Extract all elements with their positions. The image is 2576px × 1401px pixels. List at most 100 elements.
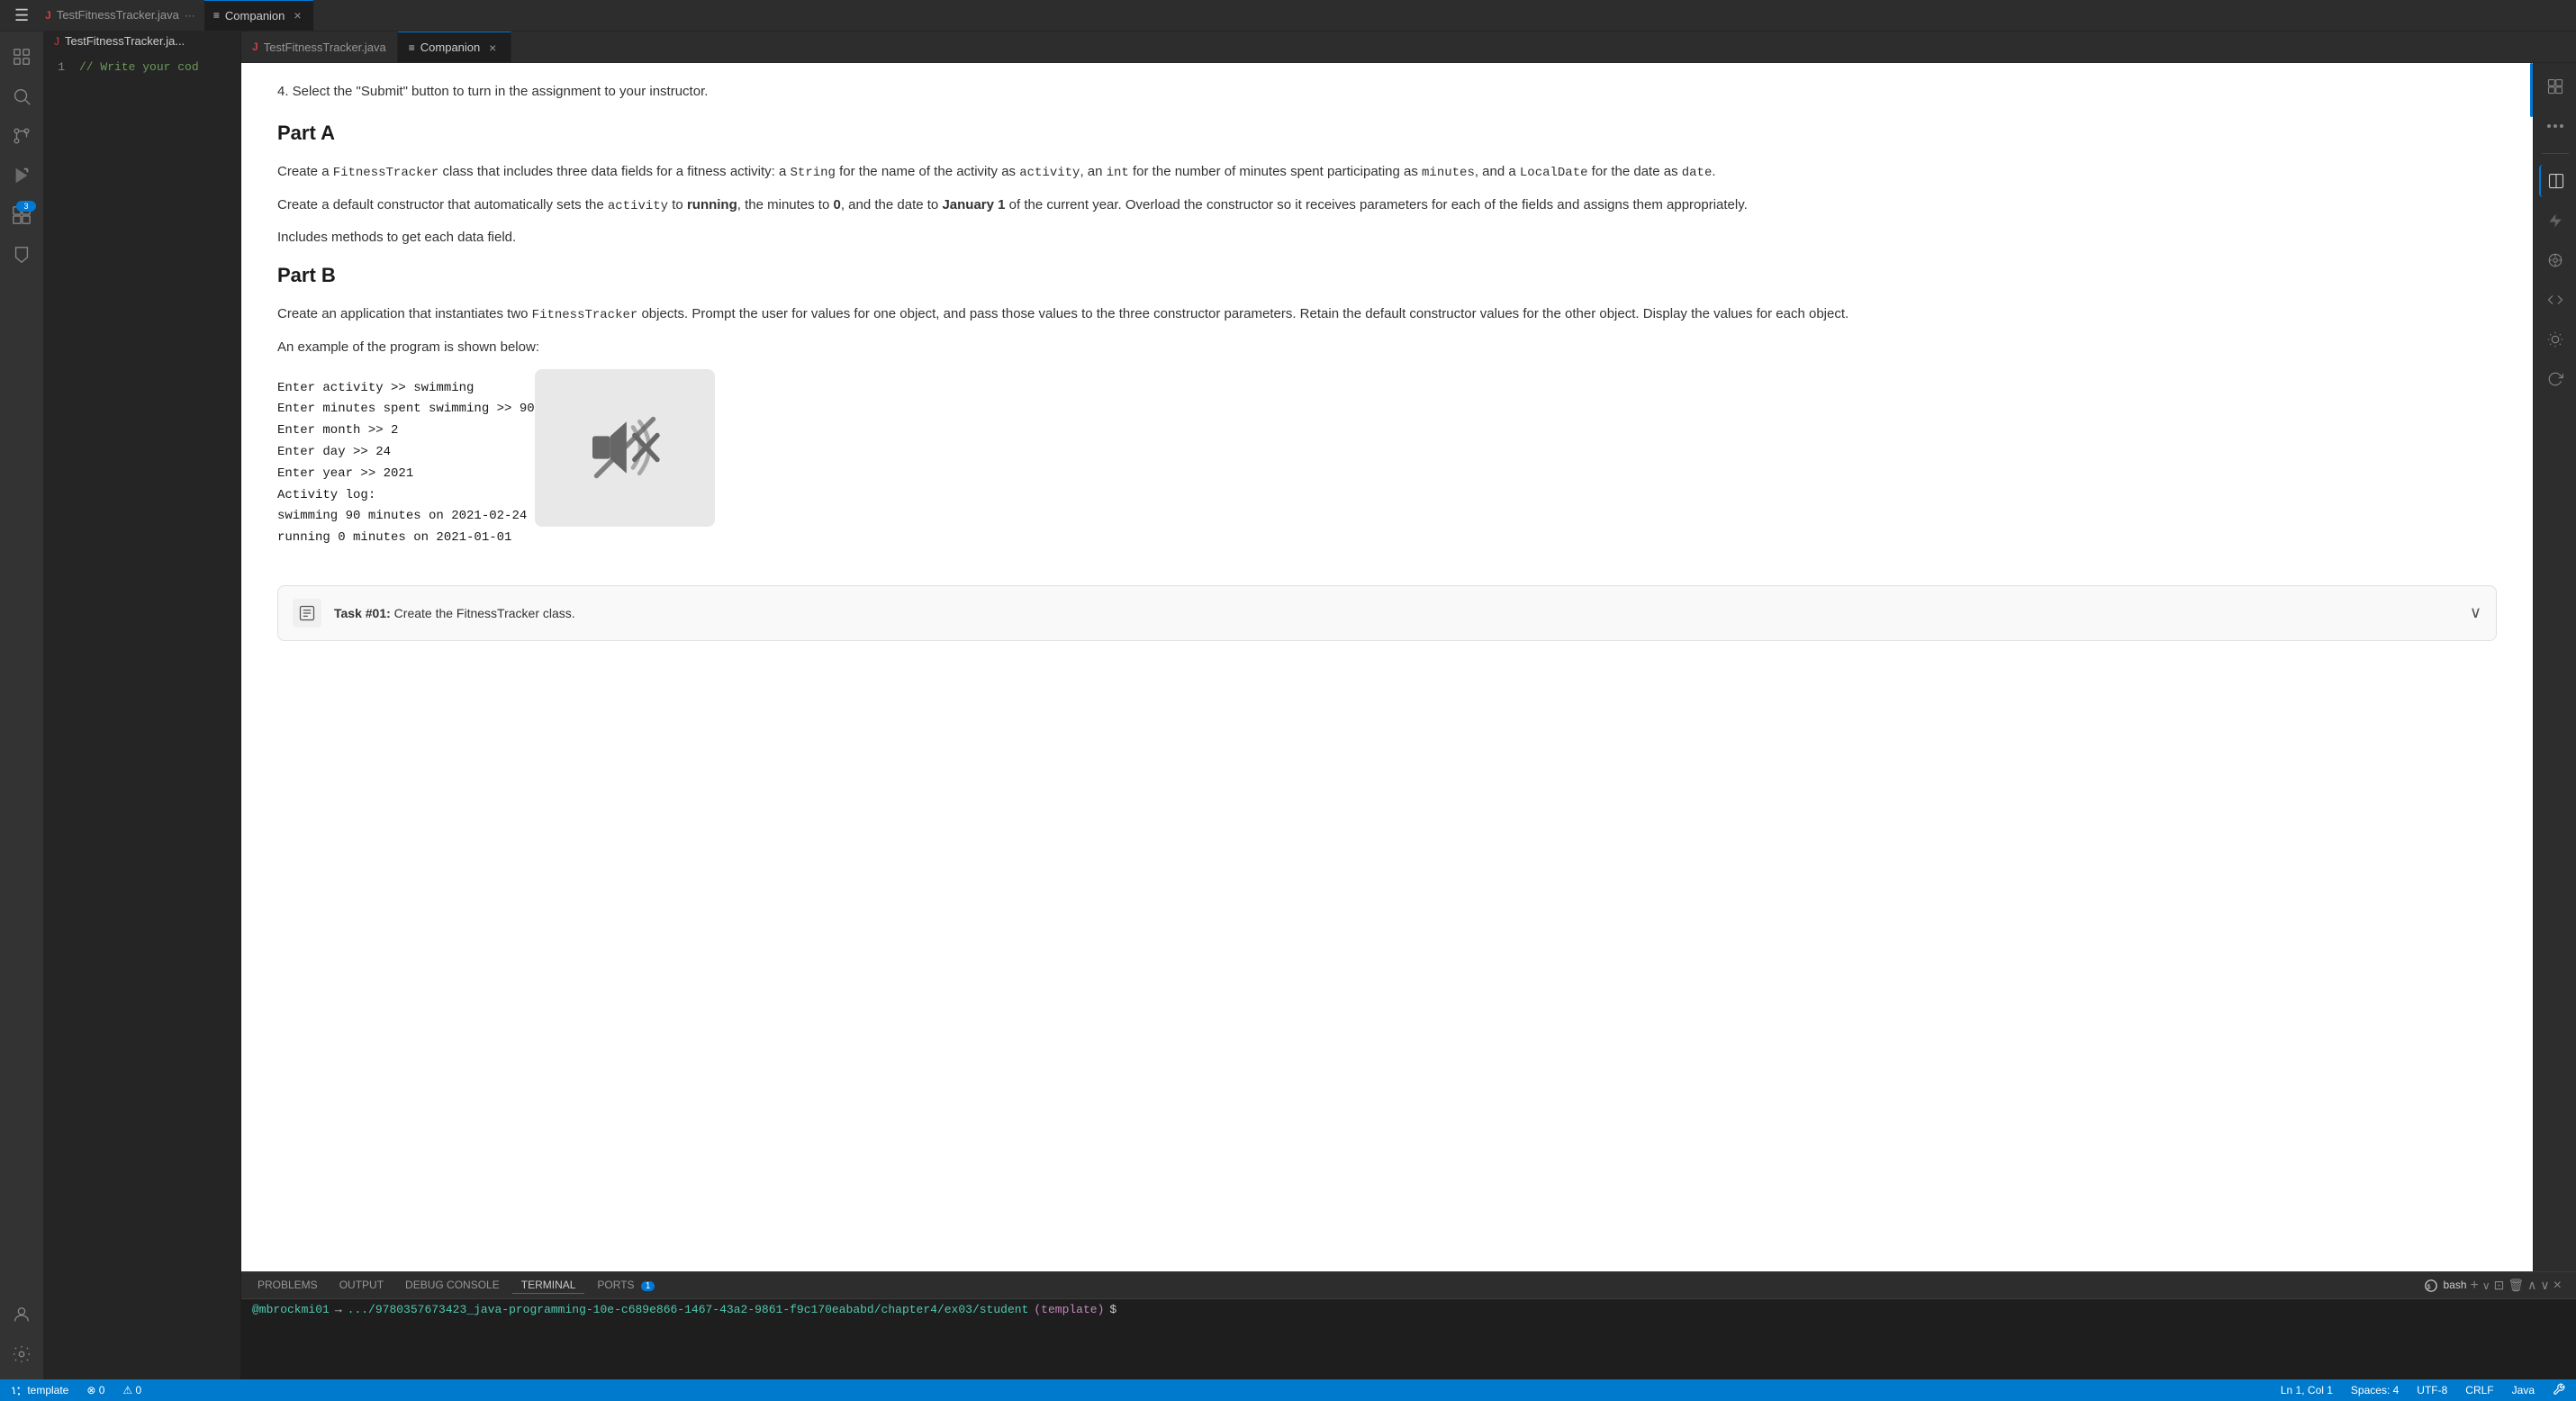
example-code: Enter activity >> swimming Enter minutes… — [277, 369, 535, 558]
terminal-prompt: @mbrockmi01 → .../9780357673423_java-pro… — [252, 1303, 2565, 1316]
right-sidebar-sun[interactable] — [2539, 323, 2571, 356]
menu-icon[interactable]: ☰ — [7, 6, 36, 25]
part-a-para2: Create a default constructor that automa… — [277, 194, 2497, 216]
muted-overlay — [535, 369, 715, 527]
right-sidebar-paint[interactable] — [2539, 244, 2571, 276]
part-a-para1: Create a FitnessTracker class that inclu… — [277, 161, 2497, 183]
part-a-para3: Includes methods to get each data field. — [277, 227, 2497, 249]
activity-bar-source-control[interactable] — [4, 118, 40, 154]
terminal-tab-output[interactable]: OUTPUT — [330, 1277, 393, 1294]
title-tab-java-more[interactable]: ··· — [185, 9, 195, 22]
status-wrench[interactable] — [2549, 1383, 2569, 1398]
editor-tab-java-label: TestFitnessTracker.java — [264, 41, 386, 54]
terminal-tab-ports[interactable]: PORTS 1 — [588, 1277, 664, 1294]
status-language[interactable]: Java — [2508, 1384, 2538, 1396]
scroll-thumb — [2530, 63, 2533, 117]
title-tab-java[interactable]: J TestFitnessTracker.java ··· — [36, 0, 204, 31]
main-layout: J TestFitnessTracker.ja... 1 // Write yo… — [0, 32, 2576, 1379]
line-content-1: // Write your cod — [79, 60, 199, 74]
terminal-dollar: $ — [1109, 1303, 1116, 1316]
status-ln-col[interactable]: Ln 1, Col 1 — [2277, 1384, 2336, 1396]
sidebar: J TestFitnessTracker.ja... 1 // Write yo… — [43, 32, 241, 1379]
example-block: Enter activity >> swimming Enter minutes… — [277, 369, 2497, 558]
svg-text:$: $ — [2427, 1284, 2431, 1290]
line-number-1: 1 — [43, 60, 79, 74]
editor-tab-companion-close[interactable]: × — [485, 41, 500, 55]
title-tab-companion-label: Companion — [225, 9, 285, 23]
status-bar: template ⊗ 0 ⚠ 0 Ln 1, Col 1 Spaces: 4 U… — [0, 1379, 2576, 1401]
companion-wrapper: 4. Select the "Submit" button to turn in… — [241, 63, 2533, 1271]
terminal-user: @mbrockmi01 — [252, 1303, 330, 1316]
terminal-delete-btn[interactable]: 🗑 — [2508, 1278, 2524, 1293]
terminal-tab-terminal[interactable]: TERMINAL — [512, 1277, 585, 1294]
title-tab-companion[interactable]: ≡ Companion × — [204, 0, 314, 31]
line-numbers: 1 // Write your cod — [43, 50, 240, 83]
terminal-arrow: → — [335, 1303, 342, 1316]
terminal-shell-label: $ bash — [2425, 1279, 2466, 1292]
title-bar: ☰ J TestFitnessTracker.java ··· ≡ Compan… — [0, 0, 2576, 32]
status-errors[interactable]: ⊗ 0 — [83, 1384, 108, 1396]
terminal-collapse-btn[interactable]: ∧ — [2527, 1278, 2536, 1293]
right-sidebar-layout[interactable] — [2539, 70, 2571, 103]
activity-bar-explorer[interactable] — [4, 39, 40, 75]
activity-bar-extensions[interactable] — [4, 197, 40, 233]
title-tab-group: J TestFitnessTracker.java ··· ≡ Companio… — [36, 0, 313, 31]
right-sidebar — [2533, 63, 2576, 1271]
terminal-path: .../9780357673423_java-programming-10e-c… — [348, 1303, 1029, 1316]
terminal-tab-problems[interactable]: PROBLEMS — [249, 1277, 327, 1294]
status-encoding[interactable]: UTF-8 — [2413, 1384, 2451, 1396]
status-git-branch[interactable]: template — [7, 1384, 72, 1396]
part-b-para1: Create an application that instantiates … — [277, 303, 2497, 325]
task-card-text: Task #01: Create the FitnessTracker clas… — [334, 606, 2457, 620]
editor-tab-companion-icon: ≡ — [409, 41, 415, 54]
title-tab-companion-close[interactable]: × — [290, 8, 304, 23]
right-sidebar-editor-layout[interactable] — [2539, 165, 2571, 197]
activity-bar-account[interactable] — [4, 1297, 40, 1333]
terminal-add-btn[interactable]: + — [2471, 1278, 2479, 1294]
right-sidebar-code[interactable] — [2539, 284, 2571, 316]
code-line-1: 1 // Write your cod — [43, 58, 240, 76]
editor-tabs: J TestFitnessTracker.java ≡ Companion × — [241, 32, 2576, 63]
task-label: Task #01: — [334, 606, 391, 620]
activity-bar-settings[interactable] — [4, 1336, 40, 1372]
terminal-split-btn[interactable]: ⊡ — [2494, 1278, 2505, 1293]
companion-panel[interactable]: 4. Select the "Submit" button to turn in… — [241, 63, 2533, 1271]
activity-bar-bottom — [4, 1297, 40, 1372]
activity-bar-search[interactable] — [4, 78, 40, 114]
editor-tab-java-icon: J — [252, 41, 258, 53]
task-card[interactable]: Task #01: Create the FitnessTracker clas… — [277, 585, 2497, 641]
companion-tab-icon: ≡ — [213, 9, 220, 22]
status-bar-left: template ⊗ 0 ⚠ 0 — [7, 1384, 145, 1396]
terminal-actions: $ bash + ∨ ⊡ 🗑 ∧ ∨ × — [2418, 1278, 2569, 1294]
right-sidebar-more[interactable] — [2539, 110, 2571, 142]
companion-content: 4. Select the "Submit" button to turn in… — [241, 63, 2533, 576]
right-sidebar-divider — [2542, 153, 2569, 154]
muted-icon — [584, 407, 665, 488]
sidebar-file-label: TestFitnessTracker.ja... — [65, 34, 185, 48]
task-card-chevron[interactable]: ∨ — [2470, 603, 2481, 622]
muted-icon-container — [535, 369, 715, 558]
terminal-tab-debug[interactable]: DEBUG CONSOLE — [396, 1277, 509, 1294]
ports-badge: 1 — [641, 1281, 655, 1291]
activity-bar-run[interactable] — [4, 158, 40, 194]
status-line-ending[interactable]: CRLF — [2462, 1384, 2497, 1396]
editor-tab-java[interactable]: J TestFitnessTracker.java — [241, 32, 398, 62]
status-spaces[interactable]: Spaces: 4 — [2347, 1384, 2402, 1396]
right-sidebar-lightning[interactable] — [2539, 204, 2571, 237]
terminal-close-btn[interactable]: × — [2553, 1278, 2562, 1294]
activity-bar-testing[interactable] — [4, 237, 40, 273]
task-card-icon — [293, 599, 321, 628]
editor-tab-companion[interactable]: ≡ Companion × — [398, 32, 512, 62]
terminal-branch: (template) — [1034, 1303, 1104, 1316]
terminal-dropdown-btn[interactable]: ∨ — [2482, 1279, 2490, 1292]
activity-bar — [0, 32, 43, 1379]
status-warnings[interactable]: ⚠ 0 — [119, 1384, 145, 1396]
code-block: Enter activity >> swimming Enter minutes… — [277, 378, 535, 549]
java-file-icon: J — [45, 9, 51, 22]
scroll-indicator — [2530, 63, 2533, 1271]
terminal-area: PROBLEMS OUTPUT DEBUG CONSOLE TERMINAL P… — [241, 1271, 2576, 1379]
sidebar-file-java[interactable]: J TestFitnessTracker.ja... — [43, 32, 240, 50]
terminal-expand-btn[interactable]: ∨ — [2540, 1278, 2549, 1293]
right-sidebar-refresh[interactable] — [2539, 363, 2571, 395]
editor-panels: 4. Select the "Submit" button to turn in… — [241, 63, 2576, 1271]
